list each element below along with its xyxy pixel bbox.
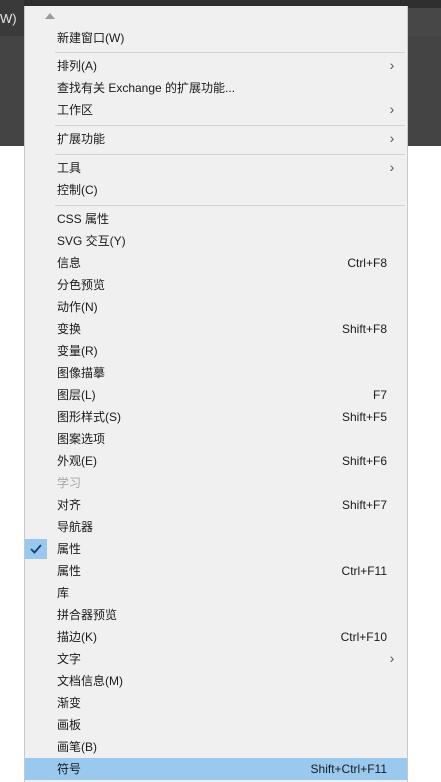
menu-item-document-info[interactable]: 文档信息(M) <box>25 670 407 692</box>
menu-item-arrange[interactable]: 排列(A) › <box>25 55 407 77</box>
left-tab[interactable]: W) <box>0 0 24 37</box>
left-tab-label: W) <box>0 11 17 26</box>
chevron-right-icon: › <box>389 57 395 73</box>
menu-item-css-properties[interactable]: CSS 属性 <box>25 208 407 230</box>
menu-item-label: 图像描摹 <box>57 366 106 380</box>
menu-item-stroke[interactable]: 描边(K) Ctrl+F10 <box>25 626 407 648</box>
menu-item-libraries[interactable]: 库 <box>25 582 407 604</box>
menu-item-label: 属性 <box>57 542 82 556</box>
menu-item-tools[interactable]: 工具 › <box>25 157 407 179</box>
checkmark-icon <box>25 539 47 559</box>
menu-item-svg-interactivity[interactable]: SVG 交互(Y) <box>25 230 407 252</box>
menu-item-shortcut: Shift+Ctrl+F11 <box>310 762 387 776</box>
chevron-right-icon: › <box>389 650 395 666</box>
menu-item-label: 学习 <box>57 476 82 490</box>
menu-separator <box>55 52 405 53</box>
menu-item-label: 库 <box>57 586 70 600</box>
menu-item-label: 导航器 <box>57 520 94 534</box>
menu-item-image-trace[interactable]: 图像描摹 <box>25 362 407 384</box>
menu-item-label: 图层(L) <box>57 388 96 402</box>
menu-item-control[interactable]: 控制(C) <box>25 179 407 201</box>
menu-item-workspace[interactable]: 工作区 › <box>25 99 407 121</box>
menu-item-label: 文字 <box>57 652 82 666</box>
menu-item-graphic-styles[interactable]: 图形样式(S) Shift+F5 <box>25 406 407 428</box>
menu-item-label: 查找有关 Exchange 的扩展功能... <box>57 81 236 95</box>
menu-item-label: 扩展功能 <box>57 132 106 146</box>
scroll-up-icon[interactable] <box>45 13 55 19</box>
menu-item-label: 工具 <box>57 161 82 175</box>
menu-item-info[interactable]: 信息 Ctrl+F8 <box>25 252 407 274</box>
menu-item-label: CSS 属性 <box>57 212 110 226</box>
menu-item-separations-preview[interactable]: 分色预览 <box>25 274 407 296</box>
menu-item-align[interactable]: 对齐 Shift+F7 <box>25 494 407 516</box>
menu-item-shortcut: Ctrl+F10 <box>340 630 387 644</box>
menu-item-label: 控制(C) <box>57 183 98 197</box>
workspace-edge-right <box>408 36 441 146</box>
menu-item-label: 符号 <box>57 762 82 776</box>
menu-item-label: 画板 <box>57 718 82 732</box>
right-tab[interactable] <box>408 8 441 36</box>
menu-item-attributes[interactable]: 属性 Ctrl+F11 <box>25 560 407 582</box>
menu-item-appearance[interactable]: 外观(E) Shift+F6 <box>25 450 407 472</box>
menu-item-pattern-options[interactable]: 图案选项 <box>25 428 407 450</box>
menu-item-navigator[interactable]: 导航器 <box>25 516 407 538</box>
menu-item-label: 外观(E) <box>57 454 97 468</box>
menu-item-learn: 学习 <box>25 472 407 494</box>
menu-item-shortcut: F7 <box>372 388 387 402</box>
menu-separator <box>55 205 405 206</box>
menu-item-properties-checked[interactable]: 属性 <box>25 538 407 560</box>
chevron-right-icon: › <box>389 159 395 175</box>
menu-item-artboards[interactable]: 画板 <box>25 714 407 736</box>
menu-separator <box>55 154 405 155</box>
menu-item-label: 分色预览 <box>57 278 106 292</box>
menu-item-label: 对齐 <box>57 498 82 512</box>
menu-item-shortcut: Shift+F7 <box>341 498 387 512</box>
menu-item-label: 动作(N) <box>57 300 98 314</box>
menu-item-actions[interactable]: 动作(N) <box>25 296 407 318</box>
menu-item-label: 画笔(B) <box>57 740 97 754</box>
menu-separator <box>55 125 405 126</box>
menu-item-label: 拼合器预览 <box>57 608 118 622</box>
menu-item-label: 渐变 <box>57 696 82 710</box>
menu-item-label: 变量(R) <box>57 344 98 358</box>
menu-item-label: 图案选项 <box>57 432 106 446</box>
menu-item-type[interactable]: 文字 › <box>25 648 407 670</box>
menu-item-transform[interactable]: 变换 Shift+F8 <box>25 318 407 340</box>
menu-item-shortcut: Ctrl+F8 <box>347 256 387 270</box>
menu-item-label: 变换 <box>57 322 82 336</box>
menu-item-shortcut: Ctrl+F11 <box>341 564 387 578</box>
menu-item-new-window[interactable]: 新建窗口(W) <box>25 27 407 49</box>
menu-item-label: 图形样式(S) <box>57 410 121 424</box>
menu-item-label: 新建窗口(W) <box>57 31 125 45</box>
workspace-edge-left <box>0 36 24 146</box>
menu-item-label: 工作区 <box>57 103 94 117</box>
menu-item-label: 排列(A) <box>57 59 97 73</box>
menu-item-symbols[interactable]: 符号 Shift+Ctrl+F11 <box>25 758 407 780</box>
menu-item-find-extensions[interactable]: 查找有关 Exchange 的扩展功能... <box>25 77 407 99</box>
menu-item-extensions[interactable]: 扩展功能 › <box>25 128 407 150</box>
menu-item-label: 文档信息(M) <box>57 674 123 688</box>
menu-item-label: 信息 <box>57 256 82 270</box>
menu-item-gradient[interactable]: 渐变 <box>25 692 407 714</box>
menu-item-shortcut: Shift+F8 <box>341 322 387 336</box>
menu-item-shortcut: Shift+F6 <box>341 454 387 468</box>
menu-item-label: SVG 交互(Y) <box>57 234 126 248</box>
menu-item-brushes[interactable]: 画笔(B) <box>25 736 407 758</box>
menu-item-layers[interactable]: 图层(L) F7 <box>25 384 407 406</box>
menu-item-label: 属性 <box>57 564 82 578</box>
menu-item-shortcut: Shift+F5 <box>341 410 387 424</box>
chevron-right-icon: › <box>389 130 395 146</box>
menu-item-flattener-preview[interactable]: 拼合器预览 <box>25 604 407 626</box>
chevron-right-icon: › <box>389 101 395 117</box>
window-menu: 新建窗口(W) 排列(A) › 查找有关 Exchange 的扩展功能... 工… <box>24 6 408 782</box>
menu-item-label: 描边(K) <box>57 630 97 644</box>
menu-item-variables[interactable]: 变量(R) <box>25 340 407 362</box>
